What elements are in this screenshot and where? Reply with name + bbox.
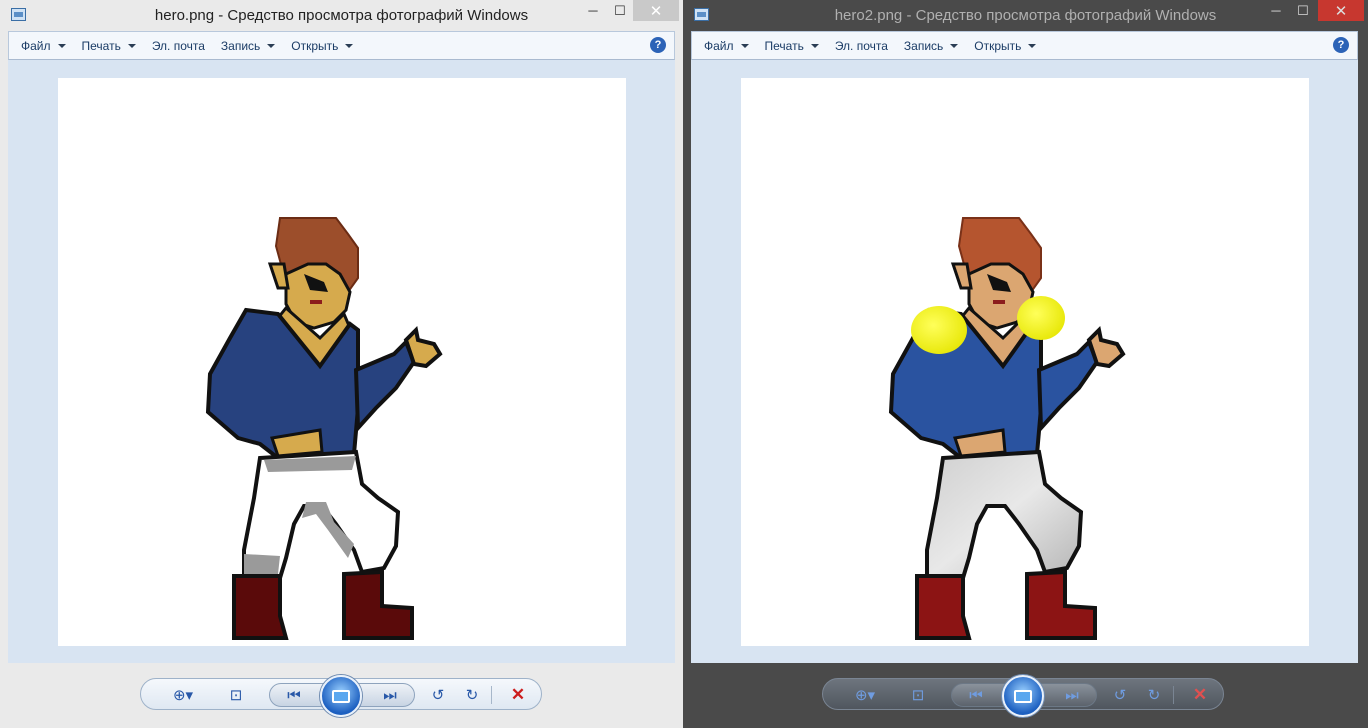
menu-bar: Файл Печать Эл. почта Запись Открыть ? <box>691 31 1358 60</box>
menu-burn[interactable]: Запись <box>221 39 276 53</box>
menu-bar: Файл Печать Эл. почта Запись Открыть ? <box>8 31 675 60</box>
fit-window-icon[interactable]: ⊡ <box>905 683 931 707</box>
delete-icon[interactable]: ✕ <box>507 683 529 707</box>
rotate-ccw-icon[interactable]: ↺ <box>427 683 449 707</box>
chevron-down-icon <box>57 43 66 48</box>
minimize-button[interactable]: ─ <box>1262 0 1290 21</box>
delete-icon[interactable]: ✕ <box>1189 683 1211 707</box>
menu-print[interactable]: Печать <box>82 39 136 53</box>
photo-display <box>58 78 626 646</box>
viewer-toolbar: ⊕▾ ⊡ ⏮ ⏭ ↺ ↻ ✕ <box>140 675 542 717</box>
close-button[interactable]: ✕ <box>633 0 679 21</box>
slideshow-button[interactable] <box>320 675 362 717</box>
toolbar-separator <box>491 686 492 704</box>
slideshow-icon <box>332 689 350 703</box>
zoom-icon[interactable]: ⊕▾ <box>849 683 881 707</box>
minimize-button[interactable]: ─ <box>579 0 607 21</box>
rotate-cw-icon[interactable]: ↻ <box>461 683 483 707</box>
zoom-icon[interactable]: ⊕▾ <box>167 683 199 707</box>
photo-display <box>741 78 1309 646</box>
help-icon[interactable]: ? <box>1333 37 1349 53</box>
hero-sprite-image <box>888 217 1126 640</box>
next-icon[interactable]: ⏭ <box>377 683 403 707</box>
next-icon[interactable]: ⏭ <box>1059 683 1085 707</box>
title-bar[interactable]: hero.png - Средство просмотра фотографий… <box>0 0 683 31</box>
photo-viewer-window-left: hero.png - Средство просмотра фотографий… <box>0 0 683 728</box>
maximize-button[interactable]: ☐ <box>607 0 633 21</box>
fit-window-icon[interactable]: ⊡ <box>223 683 249 707</box>
photo-viewer-window-right: hero2.png - Средство просмотра фотографи… <box>683 0 1368 728</box>
menu-burn[interactable]: Запись <box>904 39 959 53</box>
previous-icon[interactable]: ⏮ <box>963 683 989 707</box>
chevron-down-icon <box>345 43 354 48</box>
image-viewport[interactable] <box>691 60 1358 663</box>
chevron-down-icon <box>740 43 749 48</box>
menu-email[interactable]: Эл. почта <box>835 39 888 53</box>
title-bar[interactable]: hero2.png - Средство просмотра фотографи… <box>683 0 1368 31</box>
maximize-button[interactable]: ☐ <box>1290 0 1316 21</box>
hero-sprite-image <box>205 217 443 640</box>
slideshow-icon <box>1014 689 1032 703</box>
slideshow-button[interactable] <box>1002 675 1044 717</box>
rotate-cw-icon[interactable]: ↻ <box>1143 683 1165 707</box>
chevron-down-icon <box>1028 43 1037 48</box>
previous-icon[interactable]: ⏮ <box>281 683 307 707</box>
close-button[interactable]: ✕ <box>1318 0 1364 21</box>
toolbar-separator <box>1173 686 1174 704</box>
menu-print[interactable]: Печать <box>765 39 819 53</box>
rotate-ccw-icon[interactable]: ↺ <box>1109 683 1131 707</box>
chevron-down-icon <box>127 43 136 48</box>
menu-open[interactable]: Открыть <box>291 39 354 53</box>
menu-email[interactable]: Эл. почта <box>152 39 205 53</box>
menu-file[interactable]: Файл <box>21 39 66 53</box>
image-viewport[interactable] <box>8 60 675 663</box>
chevron-down-icon <box>267 43 276 48</box>
chevron-down-icon <box>950 43 959 48</box>
menu-open[interactable]: Открыть <box>974 39 1037 53</box>
viewer-toolbar: ⊕▾ ⊡ ⏮ ⏭ ↺ ↻ ✕ <box>822 675 1224 717</box>
chevron-down-icon <box>810 43 819 48</box>
menu-file[interactable]: Файл <box>704 39 749 53</box>
help-icon[interactable]: ? <box>650 37 666 53</box>
